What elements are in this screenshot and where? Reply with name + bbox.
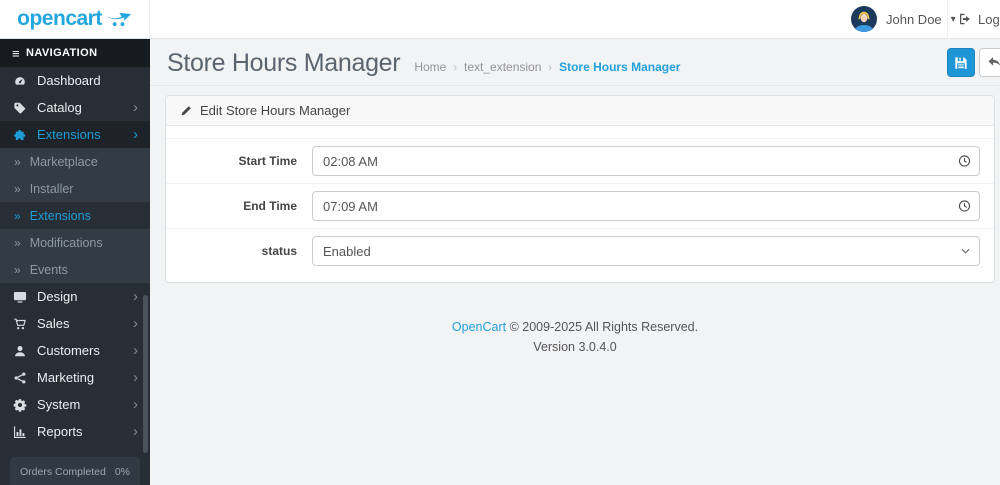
sidebar-item-system[interactable]: System › — [0, 391, 150, 418]
panel-heading: Edit Store Hours Manager — [166, 96, 994, 126]
chevron-right-icon: › — [133, 126, 138, 143]
clock-icon[interactable] — [958, 200, 971, 213]
logout-label: Logout — [978, 11, 1000, 27]
avatar — [851, 6, 877, 32]
status-label: status — [261, 244, 297, 258]
bar-chart-icon — [12, 425, 28, 439]
edit-panel: Edit Store Hours Manager Start Time End … — [165, 95, 995, 283]
chevron-right-icon: › — [133, 99, 138, 116]
share-icon — [12, 371, 28, 385]
floppy-save-icon — [954, 56, 968, 70]
double-angle-icon: » — [14, 235, 21, 250]
reply-arrow-icon — [987, 56, 1000, 69]
start-time-input[interactable] — [312, 146, 980, 176]
copyright-line: OpenCart © 2009-2025 All Rights Reserved… — [150, 317, 1000, 337]
sidebar-item-sales[interactable]: Sales › — [0, 310, 150, 337]
gear-icon — [12, 398, 28, 412]
chevron-right-icon: › — [133, 342, 138, 359]
sidebar-item-customers[interactable]: Customers › — [0, 337, 150, 364]
chevron-down-icon — [961, 248, 970, 254]
sidebar-subitem-marketplace[interactable]: » Marketplace — [0, 148, 150, 175]
save-button[interactable] — [947, 48, 975, 77]
end-time-label: End Time — [243, 199, 297, 213]
opencart-logo[interactable]: opencart — [0, 0, 150, 38]
page-title: Store Hours Manager — [167, 49, 401, 77]
header-divider — [947, 0, 948, 38]
sidebar-subitem-events[interactable]: » Events — [0, 256, 150, 283]
sidebar-nav-header: ≡ NAVIGATION — [0, 39, 150, 67]
double-angle-icon: » — [14, 154, 21, 169]
sidebar-item-reports[interactable]: Reports › — [0, 418, 150, 445]
breadcrumb-separator: › — [548, 62, 553, 74]
stat-value: 0% — [114, 466, 130, 478]
top-header: opencart John Doe ▾ Log — [0, 0, 1000, 39]
back-button[interactable] — [979, 48, 1000, 77]
sidebar-item-extensions[interactable]: Extensions › — [0, 121, 150, 148]
opencart-footer-link[interactable]: OpenCart — [452, 320, 506, 334]
sidebar-item-catalog[interactable]: Catalog › — [0, 94, 150, 121]
tags-icon — [12, 101, 28, 115]
sidebar-item-dashboard[interactable]: Dashboard — [0, 67, 150, 94]
hamburger-icon: ≡ — [12, 45, 20, 61]
orders-completed-stat: Orders Completed 0% — [10, 457, 140, 485]
monitor-icon — [12, 290, 28, 304]
chevron-right-icon: › — [133, 288, 138, 305]
page-footer: OpenCart © 2009-2025 All Rights Reserved… — [150, 317, 1000, 357]
panel-body: Start Time End Time — [166, 126, 994, 282]
form-row-start-time: Start Time — [166, 138, 994, 183]
nav-header-label: NAVIGATION — [26, 47, 98, 59]
user-name: John Doe — [886, 11, 942, 27]
dashboard-icon — [12, 74, 28, 88]
stat-label: Orders Completed — [20, 466, 106, 478]
status-selected-value: Enabled — [323, 243, 371, 259]
breadcrumb-text-extension[interactable]: text_extension — [464, 60, 541, 74]
chevron-right-icon: › — [133, 369, 138, 386]
opencart-admin: opencart John Doe ▾ Log ≡ NAVIGATION Das… — [0, 0, 1000, 485]
version-line: Version 3.0.4.0 — [533, 340, 617, 354]
pencil-icon — [180, 105, 192, 117]
form-row-status: status Enabled — [166, 228, 994, 273]
shopping-cart-icon — [12, 317, 28, 331]
user-menu[interactable]: John Doe ▾ — [851, 0, 956, 38]
opencart-logo-text: opencart — [17, 7, 102, 30]
sidebar-item-marketing[interactable]: Marketing › — [0, 364, 150, 391]
breadcrumb-home[interactable]: Home — [414, 60, 446, 74]
puzzle-icon — [12, 128, 28, 142]
page-header: Store Hours Manager Home › text_extensio… — [150, 39, 1000, 86]
sign-out-icon — [958, 12, 972, 26]
breadcrumb: Home › text_extension › Store Hours Mana… — [414, 60, 680, 74]
main-content: Store Hours Manager Home › text_extensio… — [150, 39, 1000, 485]
form-row-end-time: End Time — [166, 183, 994, 228]
double-angle-icon: » — [14, 208, 21, 223]
breadcrumb-current: Store Hours Manager — [559, 60, 681, 74]
panel-heading-label: Edit Store Hours Manager — [200, 103, 351, 118]
sidebar-subitem-modifications[interactable]: » Modifications — [0, 229, 150, 256]
copyright-text: © 2009-2025 All Rights Reserved. — [509, 320, 699, 334]
user-icon — [12, 344, 28, 358]
caret-down-icon: ▾ — [950, 13, 956, 25]
status-select[interactable]: Enabled — [312, 236, 980, 266]
chevron-right-icon: › — [133, 396, 138, 413]
clock-icon[interactable] — [958, 155, 971, 168]
start-time-label: Start Time — [238, 154, 297, 168]
sidebar: ≡ NAVIGATION Dashboard Catalog › Extensi… — [0, 39, 150, 485]
sidebar-scrollbar-thumb[interactable] — [143, 295, 148, 453]
sidebar-subitem-installer[interactable]: » Installer — [0, 175, 150, 202]
breadcrumb-separator: › — [453, 62, 457, 74]
sidebar-subitem-extensions[interactable]: » Extensions — [0, 202, 150, 229]
double-angle-icon: » — [14, 262, 21, 277]
logout-button[interactable]: Logout — [958, 0, 1000, 38]
opencart-cart-icon — [106, 11, 132, 27]
end-time-input[interactable] — [312, 191, 980, 221]
chevron-right-icon: › — [133, 315, 138, 332]
sidebar-item-design[interactable]: Design › — [0, 283, 150, 310]
double-angle-icon: » — [14, 181, 21, 196]
chevron-right-icon: › — [133, 423, 138, 440]
extensions-submenu: » Marketplace » Installer » Extensions »… — [0, 148, 150, 283]
